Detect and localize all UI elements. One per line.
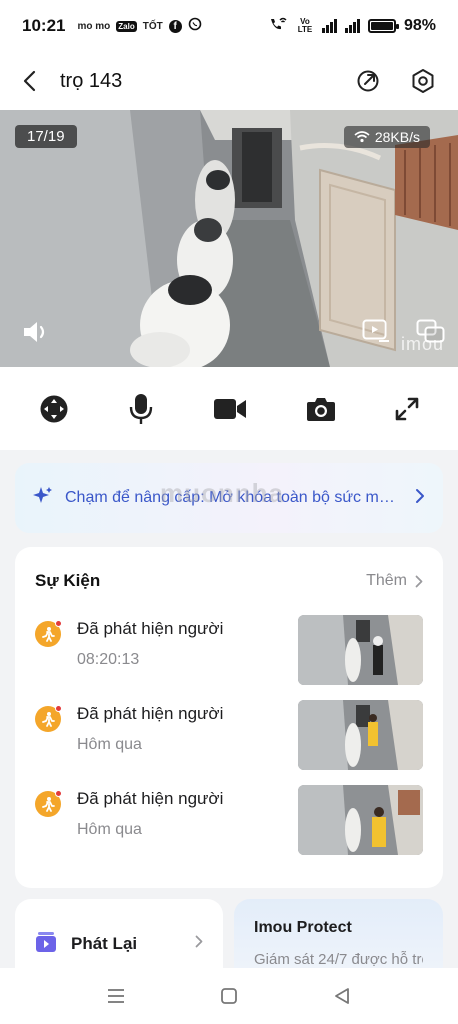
wifi-call-icon — [268, 16, 288, 37]
signal-icon-2 — [344, 19, 360, 33]
momo-icon: mo mo — [77, 20, 111, 32]
upgrade-text: Chạm để nâng cấp: Mở khóa toàn bộ sức mạ… — [65, 489, 395, 506]
person-detected-icon — [35, 790, 62, 817]
speaker-icon[interactable] — [22, 319, 50, 345]
control-bar — [0, 367, 458, 450]
event-item[interactable]: Đã phát hiện người Hôm qua — [35, 700, 423, 785]
device-title: trọ 143 — [60, 69, 123, 92]
fullscreen-expand-icon[interactable] — [395, 397, 419, 421]
event-time: Hôm qua — [77, 821, 142, 838]
viber-icon — [188, 17, 202, 36]
protect-subtitle: Giám sát 24/7 được hỗ trợ — [254, 951, 423, 968]
back-nav-icon[interactable] — [333, 987, 351, 1005]
event-title: Đã phát hiện người — [77, 704, 224, 723]
share-icon[interactable] — [356, 69, 380, 93]
microphone-icon[interactable] — [128, 393, 154, 425]
menu-icon[interactable] — [107, 988, 125, 1004]
direction-pad-icon[interactable] — [39, 394, 69, 424]
protect-title: Imou Protect — [254, 919, 352, 936]
status-indicators: Vo LTE 98% — [268, 16, 436, 37]
signal-icon-1 — [321, 19, 337, 33]
event-thumbnail[interactable] — [298, 700, 423, 770]
speed-value: 28KB/s — [374, 129, 420, 145]
chevron-right-icon — [415, 488, 425, 509]
event-title: Đã phát hiện người — [77, 619, 224, 638]
more-label: Thêm — [366, 572, 407, 589]
unread-dot — [55, 620, 62, 627]
playback-icon — [35, 931, 57, 958]
home-icon[interactable] — [220, 987, 238, 1005]
video-camera-icon[interactable] — [213, 398, 247, 420]
wifi-icon — [354, 131, 370, 143]
events-more-link[interactable]: Thêm — [366, 572, 423, 590]
event-item[interactable]: Đã phát hiện người Hôm qua — [35, 785, 423, 870]
system-nav-bar — [0, 968, 458, 1024]
status-time: 10:21 — [22, 16, 66, 35]
imou-watermark: imou — [400, 334, 444, 354]
channel-indicator: 17/19 — [15, 125, 77, 148]
sparkle-icon — [33, 486, 53, 511]
unread-dot — [55, 705, 62, 712]
event-title: Đã phát hiện người — [77, 789, 224, 808]
person-detected-icon — [35, 705, 62, 732]
camera-icon[interactable] — [306, 396, 336, 422]
event-thumbnail[interactable] — [298, 785, 423, 855]
event-time: 08:20:13 — [77, 651, 140, 668]
tot-icon: TỐT — [142, 20, 163, 32]
notification-icons: mo mo Zalo TỐT f — [77, 17, 202, 36]
battery-icon — [367, 19, 399, 33]
battery-percent: 98% — [403, 17, 436, 34]
event-thumbnail[interactable] — [298, 615, 423, 685]
chevron-right-icon — [195, 935, 203, 953]
live-video[interactable]: 17/19 28KB/s imou — [0, 110, 458, 367]
unread-dot — [55, 790, 62, 797]
network-speed: 28KB/s — [343, 126, 430, 148]
event-item[interactable]: Đã phát hiện người 08:20:13 — [35, 615, 423, 700]
event-time: Hôm qua — [77, 736, 142, 753]
settings-icon[interactable] — [410, 68, 436, 94]
header-bar: trọ 143 — [0, 52, 458, 110]
zalo-icon: Zalo — [116, 20, 137, 32]
status-bar: 10:21 mo mo Zalo TỐT f Vo LTE 98% — [0, 0, 458, 52]
chevron-right-icon — [415, 575, 423, 587]
facebook-icon: f — [168, 19, 182, 33]
events-card: Sự Kiện Thêm Đã phát hiện người 08:20:13… — [15, 547, 443, 888]
events-title: Sự Kiện — [35, 571, 101, 590]
back-icon[interactable] — [22, 70, 38, 92]
playback-label: Phát Lại — [71, 934, 138, 953]
upgrade-banner[interactable]: Chạm để nâng cấp: Mở khóa toàn bộ sức mạ… — [15, 463, 443, 533]
playback-mode-icon[interactable] — [362, 319, 390, 343]
person-detected-icon — [35, 620, 62, 647]
volte-label: Vo LTE — [297, 17, 313, 34]
